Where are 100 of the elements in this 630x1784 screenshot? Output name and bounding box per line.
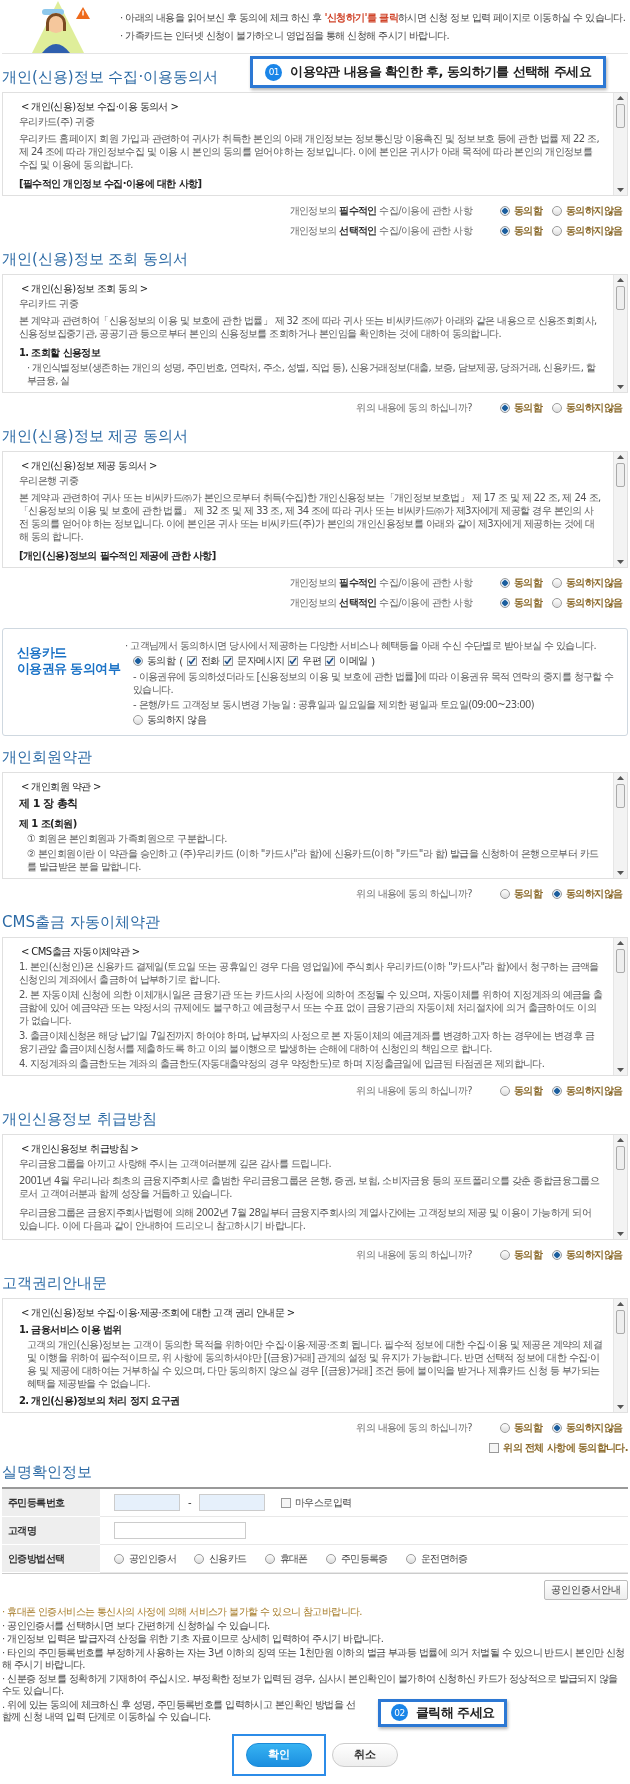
radio-label[interactable]: 동의함 <box>514 204 543 218</box>
radio-label[interactable]: 동의하지않음 <box>566 401 623 415</box>
radio-button[interactable] <box>194 1553 204 1564</box>
input-field[interactable] <box>199 1494 265 1512</box>
scrollbar[interactable] <box>613 1135 627 1240</box>
scrollbar[interactable] <box>613 1299 627 1413</box>
radio-button[interactable] <box>552 403 562 413</box>
checkbox-label[interactable]: 문자메시지 <box>237 654 285 668</box>
consent-question: 위의 내용에 동의 하십니까? <box>356 887 472 902</box>
checkbox[interactable] <box>325 656 336 666</box>
checkbox[interactable] <box>489 1443 500 1454</box>
radio-button[interactable] <box>114 1553 124 1564</box>
document-text: · 개인식별정보(생존하는 개인의 성명, 주민번호, 연락처, 주소, 성별, 직업 등), 신용거래정보(대출, 보증, 담보제공, 당좌거래, 신용카드, 할부금융, 실 <box>26 361 597 387</box>
radio-button[interactable] <box>500 1250 510 1261</box>
cancel-button[interactable]: 취소 <box>332 1742 398 1767</box>
radio-label[interactable]: 동의하지않음 <box>566 887 623 902</box>
radio-button[interactable] <box>500 598 510 608</box>
input-field[interactable] <box>114 1494 180 1512</box>
scrollbar[interactable] <box>613 93 627 195</box>
scrollbar-thumb[interactable] <box>616 784 625 808</box>
radio-button[interactable] <box>552 206 562 216</box>
scroll-down-icon[interactable] <box>617 1405 624 1410</box>
radio-label[interactable]: 동의하지않음 <box>566 1084 623 1099</box>
radio-label[interactable]: 동의함 <box>514 1248 543 1263</box>
checkbox-label[interactable]: 이메일 <box>339 654 368 668</box>
radio-button[interactable] <box>552 578 562 588</box>
radio-button[interactable] <box>552 226 562 236</box>
scroll-down-icon[interactable] <box>617 560 624 564</box>
checkbox-label[interactable]: 위의 전체 사항에 동의합니다. <box>503 1441 628 1456</box>
checkbox[interactable] <box>288 656 299 666</box>
radio-button[interactable] <box>133 656 143 666</box>
scrollbar-thumb[interactable] <box>616 463 625 487</box>
radio-button[interactable] <box>552 1250 562 1261</box>
scrollbar[interactable] <box>613 938 627 1076</box>
radio-button[interactable] <box>552 1086 562 1097</box>
radio-label[interactable]: 동의함 <box>514 1421 543 1436</box>
scroll-up-icon[interactable] <box>617 278 624 282</box>
radio-label[interactable]: 동의함 <box>147 654 176 668</box>
radio-button[interactable] <box>500 226 510 236</box>
radio-label[interactable]: 동의하지않음 <box>566 224 623 238</box>
radio-label[interactable]: 주민등록증 <box>340 1551 388 1566</box>
scroll-down-icon[interactable] <box>617 1232 624 1237</box>
scroll-up-icon[interactable] <box>617 1138 624 1143</box>
input-field[interactable] <box>114 1522 246 1540</box>
radio-button[interactable] <box>552 598 562 608</box>
certificate-guide-button[interactable]: 공인인증서안내 <box>544 1580 628 1601</box>
consent-question: 개인정보의 필수적인 수집/이용에 관한 사항 <box>289 576 472 590</box>
radio-label[interactable]: 동의함 <box>514 887 543 902</box>
radio-button[interactable] <box>325 1553 336 1564</box>
radio-button[interactable] <box>500 889 510 900</box>
document-text: 2. 본 자동이체 신청에 의한 이체개시일은 금융기관 또는 카드사의 사정에 의하여 조정될 수 있으며, 자동이체를 위하여 지정계좌의 예금을 출금함에 있어 예금약관 또는 약정서의 규제에도 불구하고 예금청구서 또는 수표 없이 금융기관의 자동이체 처리절차에 의거 출금하여도 이의가 없습니다. <box>19 988 603 1028</box>
radio-button[interactable] <box>405 1553 416 1564</box>
confirm-button[interactable]: 확인 <box>246 1742 312 1767</box>
radio-label[interactable]: 공인인증서 <box>129 1551 176 1566</box>
checkbox[interactable] <box>281 1497 291 1508</box>
checkbox[interactable] <box>186 656 197 666</box>
radio-button[interactable] <box>500 403 510 413</box>
scroll-up-icon[interactable] <box>617 941 624 946</box>
scrollbar-thumb[interactable] <box>616 104 625 128</box>
radio-button[interactable] <box>264 1553 275 1564</box>
checkbox[interactable] <box>223 656 234 666</box>
radio-label[interactable]: 동의함 <box>514 401 543 415</box>
scroll-down-icon[interactable] <box>617 188 624 192</box>
scroll-up-icon[interactable] <box>617 1302 624 1307</box>
radio-button[interactable] <box>500 1086 510 1097</box>
radio-label[interactable]: 휴대폰 <box>279 1551 308 1566</box>
radio-button[interactable] <box>500 1423 510 1434</box>
radio-button[interactable] <box>552 889 562 900</box>
scrollbar-thumb[interactable] <box>616 1310 625 1335</box>
radio-button[interactable] <box>500 206 510 216</box>
radio-button[interactable] <box>500 578 510 588</box>
radio-label[interactable]: 동의함 <box>514 576 543 590</box>
scroll-down-icon[interactable] <box>617 1068 624 1073</box>
scroll-down-icon[interactable] <box>617 871 624 876</box>
scrollbar-thumb[interactable] <box>616 286 625 310</box>
scrollbar-thumb[interactable] <box>616 1146 625 1171</box>
radio-label[interactable]: 동의하지않음 <box>566 1421 623 1436</box>
scroll-down-icon[interactable] <box>617 385 624 389</box>
scroll-up-icon[interactable] <box>617 455 624 459</box>
scroll-up-icon[interactable] <box>617 96 624 100</box>
radio-label[interactable]: 동의함 <box>514 1084 543 1099</box>
radio-label[interactable]: 동의하지않음 <box>566 204 623 218</box>
radio-label[interactable]: 동의함 <box>514 596 543 610</box>
radio-label[interactable]: 동의하지않음 <box>566 576 623 590</box>
scroll-up-icon[interactable] <box>617 776 624 780</box>
checkbox-label[interactable]: 전화 <box>200 654 220 668</box>
radio-button[interactable] <box>552 1423 562 1434</box>
radio-label[interactable]: 운전면허증 <box>420 1551 468 1566</box>
scrollbar-thumb[interactable] <box>616 949 625 974</box>
scrollbar[interactable] <box>613 452 627 567</box>
scrollbar[interactable] <box>613 275 627 392</box>
radio-label[interactable]: 동의하지않음 <box>566 596 623 610</box>
radio-label[interactable]: 동의함 <box>514 224 543 238</box>
scrollbar[interactable] <box>613 773 627 879</box>
radio-label[interactable]: 동의하지않음 <box>566 1248 623 1263</box>
checkbox-label[interactable]: 우편 <box>302 654 322 668</box>
radio-label[interactable]: 신용카드 <box>209 1551 247 1566</box>
radio-button[interactable] <box>133 715 143 725</box>
checkbox-label[interactable]: 마우스로입력 <box>295 1495 352 1510</box>
radio-label[interactable]: 동의하지 않음 <box>147 713 206 727</box>
